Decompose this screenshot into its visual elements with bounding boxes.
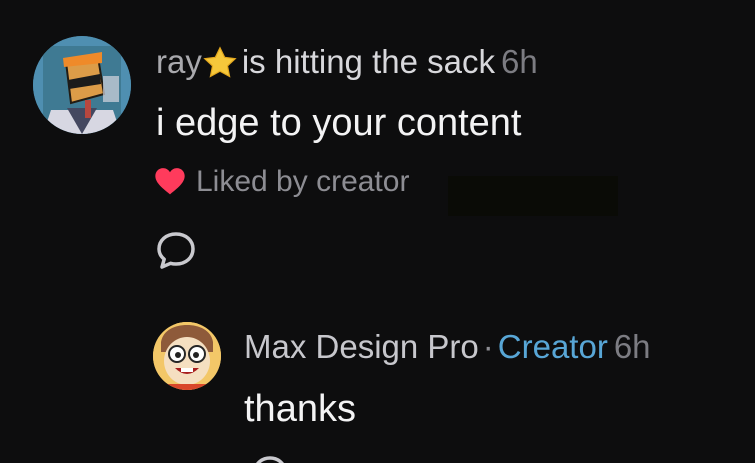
status-text: is hitting the sack: [241, 43, 495, 80]
creator-badge: Creator: [497, 328, 608, 365]
reply-header: Max Design Pro · Creator 6h: [244, 325, 651, 369]
liked-text: Liked by creator: [196, 165, 410, 198]
comment-header: ray is hitting the sack 6h: [156, 40, 538, 84]
username[interactable]: ray: [156, 43, 202, 80]
avatar-image: [33, 36, 131, 134]
avatar[interactable]: [33, 36, 131, 134]
separator: ·: [482, 328, 494, 365]
creator-name[interactable]: Max Design Pro: [244, 328, 479, 365]
avatar[interactable]: [153, 322, 221, 390]
redacted-region: [448, 176, 618, 216]
liked-by-creator: Liked by creator: [154, 162, 409, 202]
partial-icon: [256, 456, 284, 463]
timestamp: 6h: [500, 43, 538, 80]
comment-thread: ray is hitting the sack 6h i edge to your …: [0, 0, 755, 463]
timestamp: 6h: [613, 328, 651, 365]
star-icon: [203, 46, 237, 78]
heart-icon: [155, 168, 185, 195]
comment-text: i edge to your content: [156, 102, 522, 144]
avatar-image: [153, 322, 221, 390]
reply-icon[interactable]: [154, 229, 198, 273]
reply-text: thanks: [244, 388, 356, 430]
